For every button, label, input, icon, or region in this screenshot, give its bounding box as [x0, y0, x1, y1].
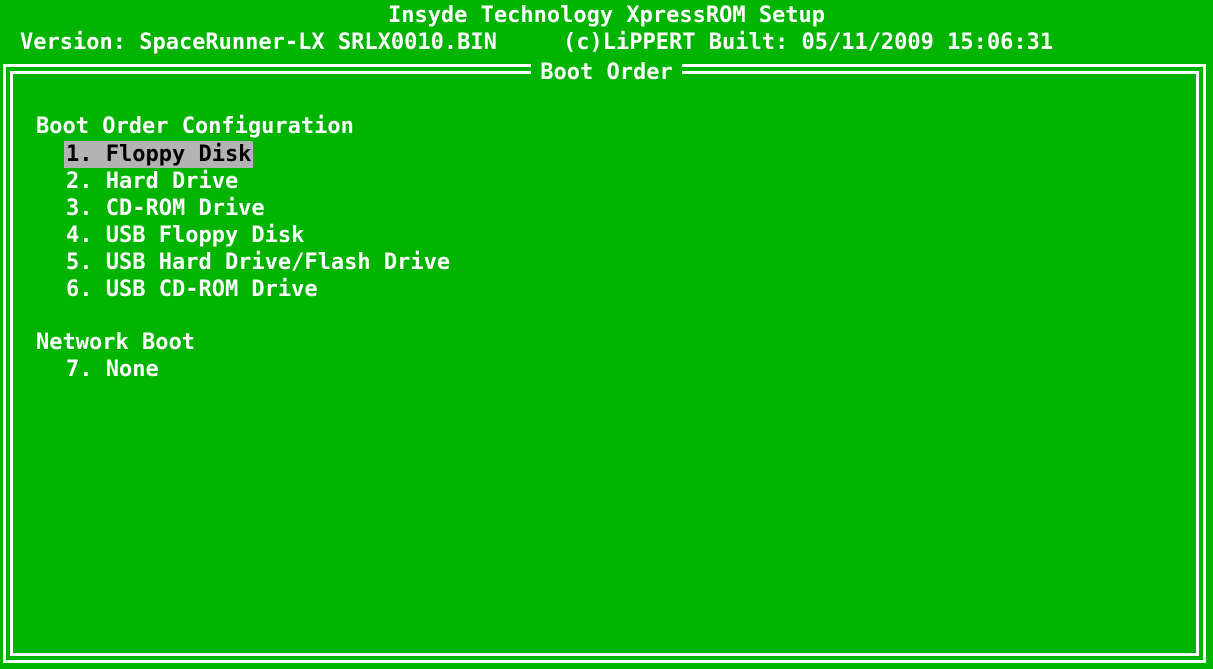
panel-title-text: Boot Order — [531, 60, 682, 85]
bios-title: Insyde Technology XpressROM Setup — [387, 3, 826, 28]
boot-order-heading: Boot Order Configuration — [36, 114, 354, 139]
panel-title: Boot Order — [0, 59, 1213, 86]
boot-item-cd-rom-drive[interactable]: 3. CD-ROM Drive — [64, 195, 267, 222]
boot-item-usb-cd-rom-drive[interactable]: 6. USB CD-ROM Drive — [64, 276, 320, 303]
boot-item-usb-floppy-disk[interactable]: 4. USB Floppy Disk — [64, 222, 306, 249]
version-line: Version: SpaceRunner-LX SRLX0010.BIN (c)… — [20, 30, 1054, 55]
boot-item-floppy-disk[interactable]: 1. Floppy Disk — [64, 141, 254, 168]
network-boot-heading: Network Boot — [36, 330, 195, 355]
boot-item-usb-hard-drive[interactable]: 5. USB Hard Drive/Flash Drive — [64, 249, 452, 276]
boot-item-hard-drive[interactable]: 2. Hard Drive — [64, 168, 240, 195]
network-boot-item-none[interactable]: 7. None — [64, 356, 161, 383]
